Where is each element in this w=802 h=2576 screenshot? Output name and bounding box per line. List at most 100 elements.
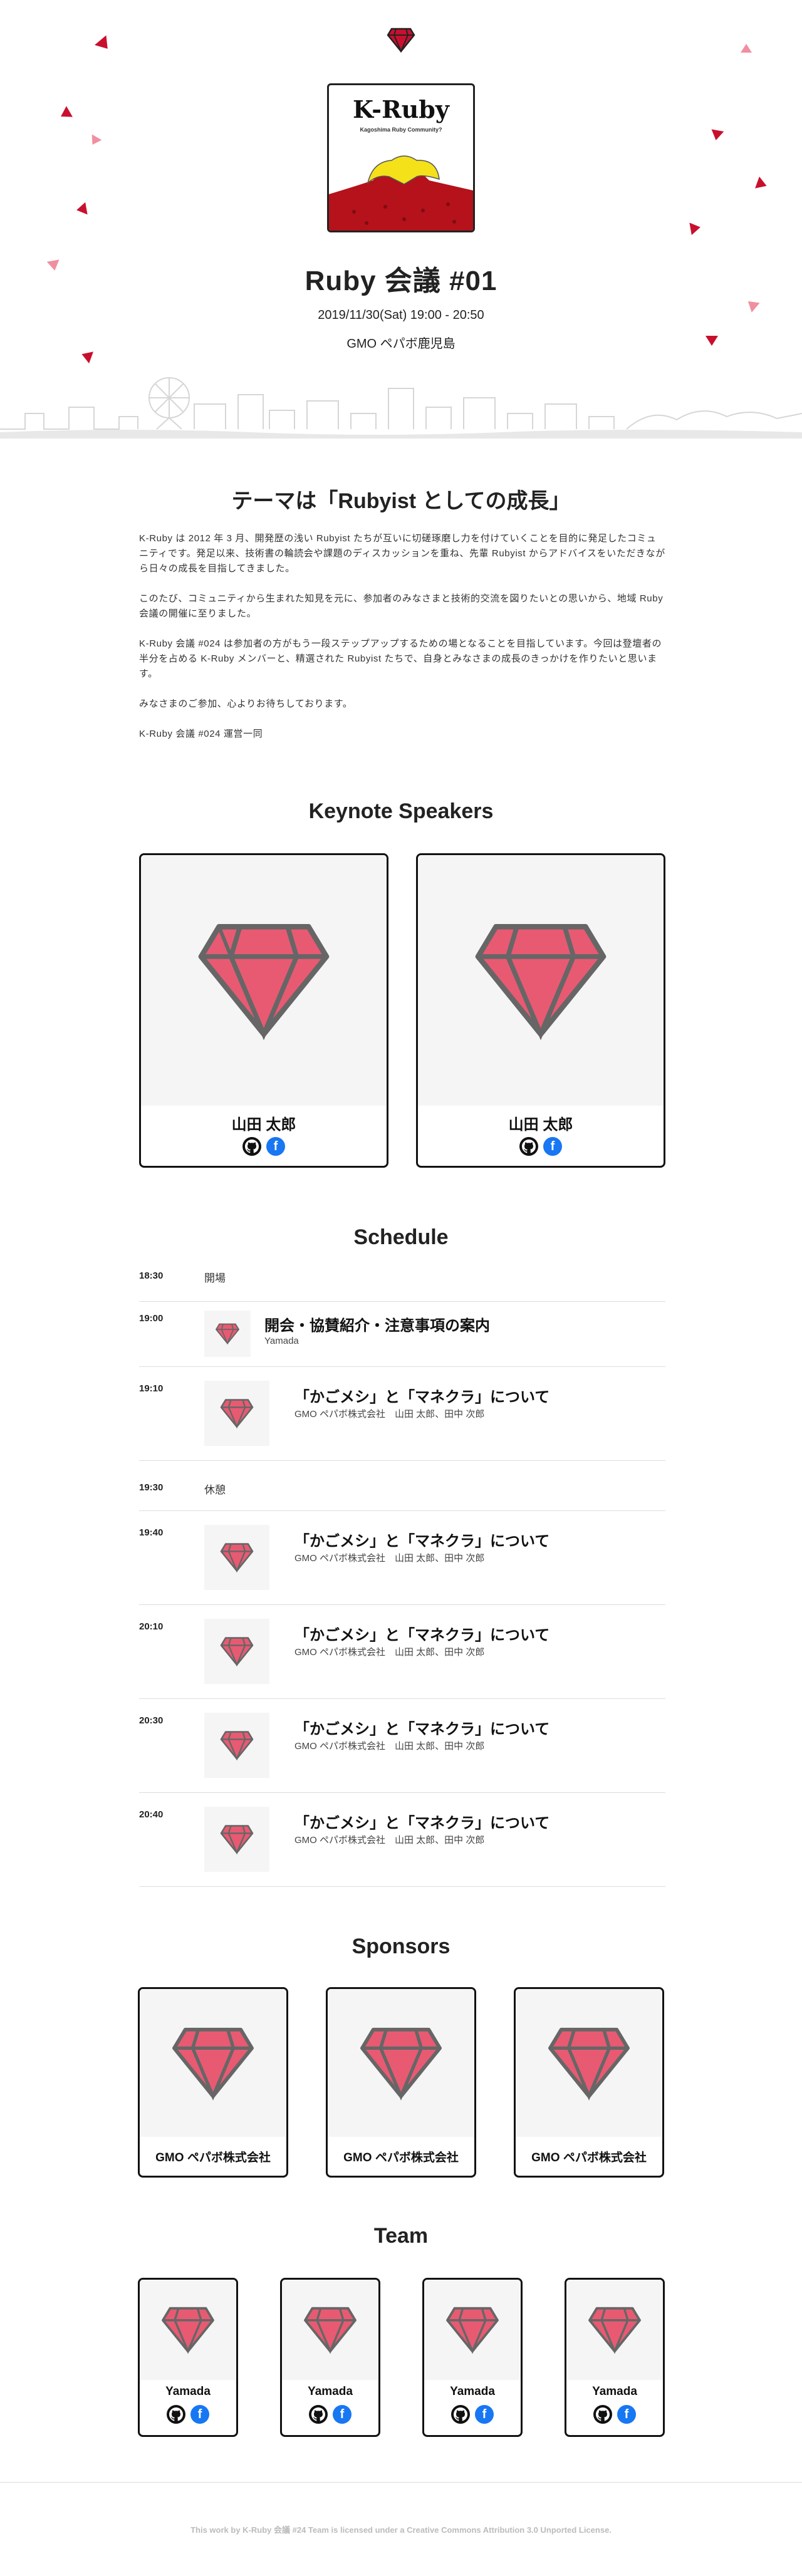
facebook-icon[interactable]: f <box>266 1137 285 1156</box>
schedule-speaker: GMO ペパボ株式会社 山田 太郎、田中 次郎 <box>294 1553 485 1564</box>
decor-triangle <box>87 134 102 148</box>
sponsor-logo <box>140 1989 286 2137</box>
schedule-speaker: GMO ペパボ株式会社 山田 太郎、田中 次郎 <box>294 1647 485 1658</box>
footer-divider <box>0 2482 802 2483</box>
sponsor-logo <box>516 1989 662 2137</box>
team-member-card[interactable]: Yamada f <box>422 2278 523 2437</box>
facebook-icon[interactable]: f <box>475 2405 494 2424</box>
team-member-photo <box>140 2280 236 2380</box>
ruby-gem-icon <box>360 2027 442 2101</box>
speaker-card[interactable]: 山田 太郎 f <box>139 853 388 1168</box>
schedule-time: 19:40 <box>139 1527 164 1538</box>
ruby-gem-icon <box>220 1731 254 1761</box>
schedule-time: 20:10 <box>139 1621 164 1632</box>
speaker-card[interactable]: 山田 太郎 f <box>416 853 665 1168</box>
ruby-gem-icon <box>475 924 607 1041</box>
schedule-thumbnail <box>204 1713 269 1778</box>
schedule-time: 20:30 <box>139 1715 164 1726</box>
schedule-row[interactable]: 20:40 「かごメシ」と「マネクラ」について GMO ペパボ株式会社 山田 太… <box>139 1793 665 1887</box>
schedule-speaker: GMO ペパボ株式会社 山田 太郎、田中 次郎 <box>294 1409 485 1420</box>
team-member-card[interactable]: Yamada f <box>138 2278 238 2437</box>
decor-triangle <box>709 129 724 142</box>
theme-paragraph: このたび、コミュニティから生まれた知見を元に、参加者のみなさまと技術的交流を図り… <box>139 593 664 619</box>
github-icon[interactable] <box>593 2405 612 2424</box>
ruby-gem-icon <box>220 1399 254 1429</box>
schedule-time: 18:30 <box>139 1270 164 1281</box>
schedule-speaker: GMO ペパボ株式会社 山田 太郎、田中 次郎 <box>294 1835 485 1846</box>
github-icon[interactable] <box>451 2405 470 2424</box>
ruby-gem-icon <box>220 1825 254 1855</box>
github-icon[interactable] <box>242 1137 261 1156</box>
speaker-photo <box>141 855 387 1106</box>
logo-subtitle: Kagoshima Ruby Community? <box>360 127 442 133</box>
schedule-row: 19:30 休憩 <box>139 1461 665 1511</box>
github-icon[interactable] <box>309 2405 328 2424</box>
ruby-gem-icon <box>548 2027 630 2101</box>
sponsor-name: GMO ペパボ株式会社 <box>343 2151 459 2164</box>
sponsor-card[interactable]: GMO ペパボ株式会社 <box>138 1987 288 2178</box>
schedule-thumbnail <box>204 1525 269 1590</box>
event-date: 2019/11/30(Sat) 19:00 - 20:50 <box>318 308 484 322</box>
decor-triangle <box>741 44 752 53</box>
ruby-gem-icon <box>162 2307 214 2354</box>
facebook-icon[interactable]: f <box>333 2405 352 2424</box>
schedule-time: 19:10 <box>139 1383 164 1394</box>
ruby-gem-icon <box>588 2307 641 2354</box>
volcano-illustration <box>329 155 473 231</box>
schedule-row[interactable]: 19:40 「かごメシ」と「マネクラ」について GMO ペパボ株式会社 山田 太… <box>139 1511 665 1605</box>
ruby-gem-icon <box>220 1543 254 1573</box>
team-member-name: Yamada <box>450 2385 495 2398</box>
schedule-title: Schedule <box>353 1225 449 1249</box>
speaker-name: 山田 太郎 <box>231 1116 296 1133</box>
schedule-thumbnail <box>204 1619 269 1684</box>
sponsors-title: Sponsors <box>352 1935 450 1958</box>
sponsor-card[interactable]: GMO ペパボ株式会社 <box>326 1987 476 2178</box>
facebook-icon[interactable]: f <box>617 2405 636 2424</box>
team-member-name: Yamada <box>308 2385 353 2398</box>
theme-body: K-Ruby は 2012 年 3 月、開発歴の浅い Rubyist たちが互い… <box>139 531 665 757</box>
schedule-speaker: Yamada <box>264 1336 299 1346</box>
team-member-card[interactable]: Yamada f <box>565 2278 665 2437</box>
schedule-title-text: 「かごメシ」と「マネクラ」について <box>294 1533 550 1550</box>
theme-signature: K-Ruby 会議 #024 運営一同 <box>139 729 263 739</box>
team-title: Team <box>373 2224 429 2248</box>
schedule-title-text: 「かごメシ」と「マネクラ」について <box>294 1627 550 1644</box>
ruby-gem-icon <box>216 1323 239 1345</box>
ruby-gem-icon <box>304 2307 357 2354</box>
schedule-thumbnail <box>204 1381 269 1446</box>
team-member-name: Yamada <box>165 2385 211 2398</box>
theme-paragraph: K-Ruby 会議 #024 は参加者の方がもう一段ステップアップするための場と… <box>139 638 662 679</box>
schedule-row[interactable]: 20:10 「かごメシ」と「マネクラ」について GMO ペパボ株式会社 山田 太… <box>139 1605 665 1699</box>
k-ruby-logo: K-Ruby Kagoshima Ruby Community? <box>327 83 475 232</box>
city-skyline-illustration <box>0 377 802 439</box>
footer-license[interactable]: This work by K-Ruby 会議 #24 Team is licen… <box>0 2523 802 2535</box>
team-member-card[interactable]: Yamada f <box>280 2278 380 2437</box>
schedule-title-text: 「かごメシ」と「マネクラ」について <box>294 1721 550 1738</box>
facebook-icon[interactable]: f <box>190 2405 209 2424</box>
schedule-row[interactable]: 19:00 開会・協賛紹介・注意事項の案内 Yamada <box>139 1302 665 1367</box>
sponsor-name: GMO ペパボ株式会社 <box>155 2151 271 2164</box>
theme-paragraph: K-Ruby は 2012 年 3 月、開発歴の浅い Rubyist たちが互い… <box>139 533 665 574</box>
schedule-title-text: 「かごメシ」と「マネクラ」について <box>294 1389 550 1406</box>
schedule-row[interactable]: 19:10 「かごメシ」と「マネクラ」について GMO ペパボ株式会社 山田 太… <box>139 1367 665 1461</box>
schedule-row: 18:30 開場 <box>139 1268 665 1302</box>
ruby-gem-icon <box>172 2027 254 2101</box>
schedule-speaker: GMO ペパボ株式会社 山田 太郎、田中 次郎 <box>294 1741 485 1752</box>
schedule-row[interactable]: 20:30 「かごメシ」と「マネクラ」について GMO ペパボ株式会社 山田 太… <box>139 1699 665 1793</box>
sponsor-name: GMO ペパボ株式会社 <box>531 2151 647 2164</box>
decor-triangle <box>689 221 702 236</box>
schedule-thumbnail <box>204 1807 269 1872</box>
sponsor-card[interactable]: GMO ペパボ株式会社 <box>514 1987 664 2178</box>
schedule-time: 19:00 <box>139 1313 164 1324</box>
facebook-icon[interactable]: f <box>543 1137 562 1156</box>
decor-triangle <box>75 202 88 217</box>
decor-triangle <box>58 106 73 122</box>
github-icon[interactable] <box>167 2405 185 2424</box>
theme-paragraph: みなさまのご参加、心よりお待ちしております。 <box>139 699 353 709</box>
ruby-gem-icon <box>198 924 330 1041</box>
ruby-gem-icon <box>387 28 415 53</box>
decor-triangle <box>95 35 113 54</box>
ruby-gem-icon <box>220 1637 254 1667</box>
github-icon[interactable] <box>519 1137 538 1156</box>
speaker-name: 山田 太郎 <box>508 1116 573 1133</box>
